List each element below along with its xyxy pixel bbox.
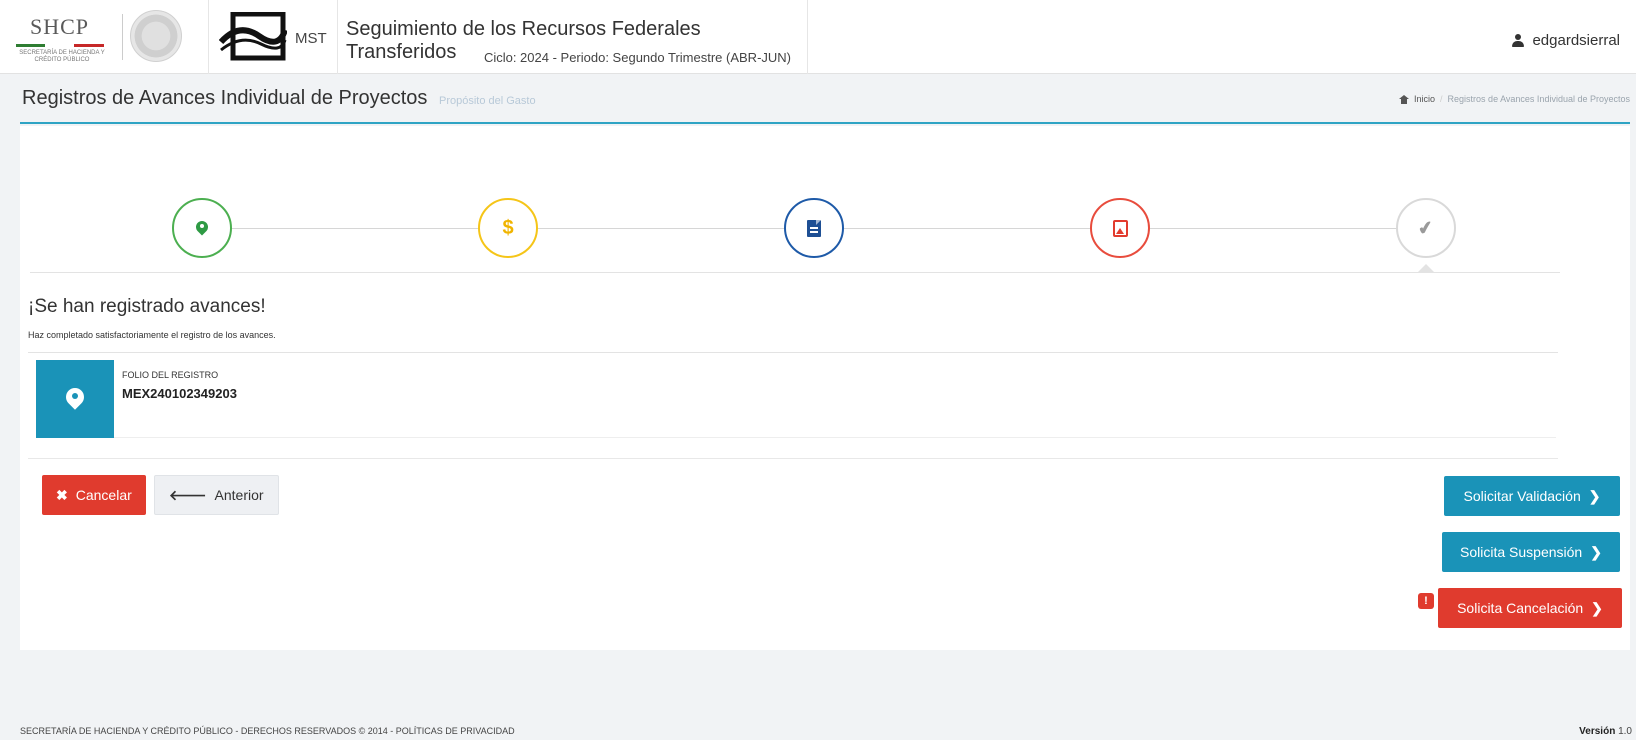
close-icon: ✖ — [56, 486, 68, 503]
map-marker-icon — [66, 388, 84, 410]
mst-logo-icon — [219, 12, 287, 61]
wizard-steps: $ ✔ — [20, 126, 1630, 276]
success-text: Haz completado satisfactoriamente el reg… — [28, 330, 276, 340]
alert-icon: ! — [1418, 593, 1434, 609]
folio-icon-box — [36, 360, 114, 438]
breadcrumb-current: Registros de Avances Individual de Proye… — [1447, 94, 1630, 104]
wizard-base-line — [30, 272, 1560, 273]
page-subtitle: Propósito del Gasto — [438, 95, 536, 107]
step-location[interactable] — [172, 198, 232, 258]
shcp-logo-subtitle: Secretaría de Hacienda y Crédito Público — [19, 50, 105, 63]
dollar-icon: $ — [502, 216, 514, 239]
arrow-left-icon: 🡐 — [169, 486, 207, 503]
home-icon — [1399, 94, 1410, 104]
chevron-right-icon: ❯ — [1591, 599, 1603, 616]
folio-label: FOLIO DEL REGISTRO — [122, 370, 219, 380]
username: edgardsierral — [1532, 32, 1620, 49]
footer-version: Versión 1.0 — [1579, 726, 1632, 737]
chevron-right-icon: ❯ — [1588, 487, 1601, 504]
shcp-logo-bar — [16, 44, 104, 47]
chevron-right-icon: ❯ — [1590, 543, 1602, 560]
folio-info-box: FOLIO DEL REGISTRO MEX240102349203 — [36, 360, 1556, 438]
breadcrumb-separator: / — [1440, 94, 1443, 104]
image-icon — [1112, 219, 1128, 237]
request-validation-button[interactable]: Solicitar Validación ❯ — [1444, 476, 1620, 516]
shcp-logo-text: SHCP — [30, 14, 90, 39]
cycle-info: Ciclo: 2024 - Periodo: Segundo Trimestre… — [483, 50, 791, 65]
map-marker-icon — [196, 221, 208, 236]
breadcrumb: Inicio / Registros de Avances Individual… — [1399, 94, 1630, 104]
folio-value: MEX240102349203 — [122, 386, 237, 401]
request-cancellation-button[interactable]: Solicita Cancelación ❯ — [1438, 588, 1622, 628]
request-cancellation-label: Solicita Cancelación — [1457, 600, 1584, 616]
user-menu[interactable]: edgardsierral — [1512, 32, 1620, 49]
top-header: SHCP Secretaría de Hacienda y Crédito Pú… — [0, 0, 1636, 74]
request-validation-label: Solicitar Validación — [1463, 488, 1581, 504]
step-documents[interactable] — [784, 198, 844, 258]
mst-logo-box[interactable]: MST — [208, 0, 338, 74]
previous-button[interactable]: 🡐 Anterior — [154, 475, 279, 515]
page-title-text: Registros de Avances Individual de Proye… — [22, 87, 428, 109]
divider — [28, 458, 1558, 459]
footer-copyright[interactable]: SECRETARÍA DE HACIENDA Y CRÉDITO PÚBLICO… — [20, 726, 515, 736]
check-icon: ✔ — [1416, 216, 1436, 239]
version-label: Versión — [1579, 726, 1616, 737]
cancel-button[interactable]: ✖ Cancelar — [42, 475, 146, 515]
user-icon — [1512, 34, 1525, 47]
request-suspension-label: Solicita Suspensión — [1460, 544, 1583, 560]
header-divider — [122, 14, 123, 60]
active-step-pointer — [1418, 264, 1434, 272]
page-title: Registros de Avances Individual de Proye… — [22, 87, 536, 110]
request-suspension-button[interactable]: Solicita Suspensión ❯ — [1442, 532, 1620, 572]
divider — [28, 352, 1558, 353]
step-finish[interactable]: ✔ — [1396, 198, 1456, 258]
version-value: 1.0 — [1618, 726, 1632, 737]
shcp-logo[interactable]: SHCP Secretaría de Hacienda y Crédito Pú… — [12, 14, 105, 63]
national-seal-icon — [130, 10, 182, 62]
step-financial[interactable]: $ — [478, 198, 538, 258]
cancel-button-label: Cancelar — [75, 487, 132, 503]
app-title-box: Seguimiento de los Recursos Federales Tr… — [338, 0, 808, 74]
breadcrumb-home-link[interactable]: Inicio — [1414, 94, 1435, 104]
page-header: Registros de Avances Individual de Proye… — [20, 74, 1630, 124]
mst-label: MST — [295, 30, 327, 47]
success-title: ¡Se han registrado avances! — [28, 296, 266, 317]
previous-button-label: Anterior — [214, 487, 264, 503]
step-images[interactable] — [1090, 198, 1150, 258]
content-card: $ ✔ ¡Se han registrado avances! Haz comp… — [20, 126, 1630, 650]
document-icon — [807, 219, 821, 237]
